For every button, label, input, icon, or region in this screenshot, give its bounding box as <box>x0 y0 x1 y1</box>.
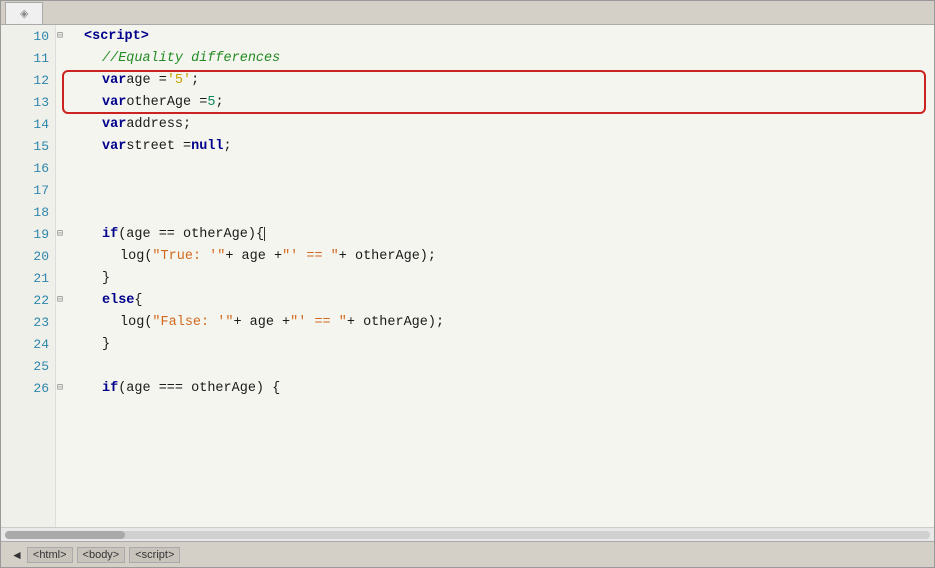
line-number-12: 12 <box>1 69 55 91</box>
highlight-wrapper: var age = '5';var otherAge = 5; <box>66 69 934 113</box>
token-plain: { <box>134 293 142 308</box>
token-plain: + otherAge); <box>347 315 444 330</box>
text-cursor <box>264 227 265 241</box>
scrollbar-thumb[interactable] <box>5 531 125 539</box>
line-number-14: 14 <box>1 113 55 135</box>
token-plain: ; <box>224 139 232 154</box>
tag-script[interactable]: <script> <box>129 547 180 563</box>
line-number-15: 15 <box>1 135 55 157</box>
token-plain: age = <box>126 73 167 88</box>
line-number-11: 11 <box>1 47 55 69</box>
code-line-12: var age = '5'; <box>66 69 934 91</box>
code-line-11: //Equality differences <box>66 47 934 69</box>
line-number-16: 16 <box>1 157 55 179</box>
fold-icon-22[interactable]: ⊟ <box>57 294 63 306</box>
token-num: 5 <box>207 95 215 110</box>
token-log-str: "True: '" <box>152 249 225 264</box>
scrollbar-track[interactable] <box>5 531 930 539</box>
code-line-15: var street = null; <box>66 135 934 157</box>
code-line-25 <box>66 355 934 377</box>
token-plain: { <box>256 227 264 242</box>
line-numbers: 10⊟111213141516171819⊟202122⊟23242526⊟ <box>1 25 56 527</box>
token-plain: (age == otherAge) <box>118 227 256 242</box>
line-number-10: 10⊟ <box>1 25 55 47</box>
token-plain: (age === otherAge) { <box>118 381 280 396</box>
token-kw: var <box>102 117 126 132</box>
token-log-str: "False: '" <box>152 315 233 330</box>
code-line-10: <script> <box>66 25 934 47</box>
token-plain: ; <box>191 73 199 88</box>
line-number-19: 19⊟ <box>1 223 55 245</box>
line-number-24: 24 <box>1 333 55 355</box>
code-line-23: log("False: '" + age + "' == " + otherAg… <box>66 311 934 333</box>
fold-icon-10[interactable]: ⊟ <box>57 30 63 42</box>
token-plain: address; <box>126 117 191 132</box>
token-kw: null <box>191 139 223 154</box>
token-str: '5' <box>167 73 191 88</box>
code-line-21: } <box>66 267 934 289</box>
token-plain: street = <box>126 139 191 154</box>
code-area[interactable]: <script> //Equality differences var age = … <box>56 25 934 527</box>
tab-indicator: ◈ <box>20 7 28 20</box>
code-line-13: var otherAge = 5; <box>66 91 934 113</box>
token-kw: else <box>102 293 134 308</box>
token-plain: otherAge = <box>126 95 207 110</box>
token-plain: ; <box>215 95 223 110</box>
fold-icon-26[interactable]: ⊟ <box>57 382 63 394</box>
line-number-21: 21 <box>1 267 55 289</box>
tag-html[interactable]: <html> <box>27 547 73 563</box>
editor-body: 10⊟111213141516171819⊟202122⊟23242526⊟ <… <box>1 25 934 527</box>
line-number-23: 23 <box>1 311 55 333</box>
code-line-20: log("True: '" + age + "' == " + otherAge… <box>66 245 934 267</box>
tab-bar: ◈ <box>1 1 934 25</box>
token-log-str: "' == " <box>282 249 339 264</box>
token-plain: + age + <box>233 315 290 330</box>
token-plain: } <box>102 337 110 352</box>
line-number-13: 13 <box>1 91 55 113</box>
token-kw: <script> <box>84 29 149 44</box>
line-number-26: 26⊟ <box>1 377 55 399</box>
status-bar: ◄ <html> <body> <script> <box>1 541 934 567</box>
code-line-14: var address; <box>66 113 934 135</box>
token-plain: + age + <box>225 249 282 264</box>
token-fn: log <box>120 315 144 330</box>
token-kw: var <box>102 73 126 88</box>
token-kw: if <box>102 381 118 396</box>
code-line-19: if (age == otherAge) { <box>66 223 934 245</box>
arrow-left-icon[interactable]: ◄ <box>11 548 23 562</box>
file-tab[interactable]: ◈ <box>5 2 43 24</box>
fold-icon-19[interactable]: ⊟ <box>57 228 63 240</box>
line-number-17: 17 <box>1 179 55 201</box>
token-plain: ( <box>144 315 152 330</box>
line-number-22: 22⊟ <box>1 289 55 311</box>
editor-window: ◈ 10⊟111213141516171819⊟202122⊟23242526⊟… <box>0 0 935 568</box>
token-plain: ( <box>144 249 152 264</box>
code-line-26: if (age === otherAge) { <box>66 377 934 399</box>
scrollbar-area[interactable] <box>1 527 934 541</box>
token-kw: if <box>102 227 118 242</box>
token-kw: var <box>102 139 126 154</box>
code-line-16 <box>66 157 934 179</box>
line-number-20: 20 <box>1 245 55 267</box>
code-line-22: else { <box>66 289 934 311</box>
token-plain: + otherAge); <box>339 249 436 264</box>
token-comment: //Equality differences <box>102 51 280 66</box>
token-log-str: "' == " <box>290 315 347 330</box>
code-lines: <script> //Equality differences var age = … <box>56 25 934 399</box>
code-line-18 <box>66 201 934 223</box>
code-line-17 <box>66 179 934 201</box>
token-fn: log <box>120 249 144 264</box>
token-kw: var <box>102 95 126 110</box>
tag-body[interactable]: <body> <box>77 547 126 563</box>
token-plain: } <box>102 271 110 286</box>
line-number-25: 25 <box>1 355 55 377</box>
line-number-18: 18 <box>1 201 55 223</box>
code-line-24: } <box>66 333 934 355</box>
